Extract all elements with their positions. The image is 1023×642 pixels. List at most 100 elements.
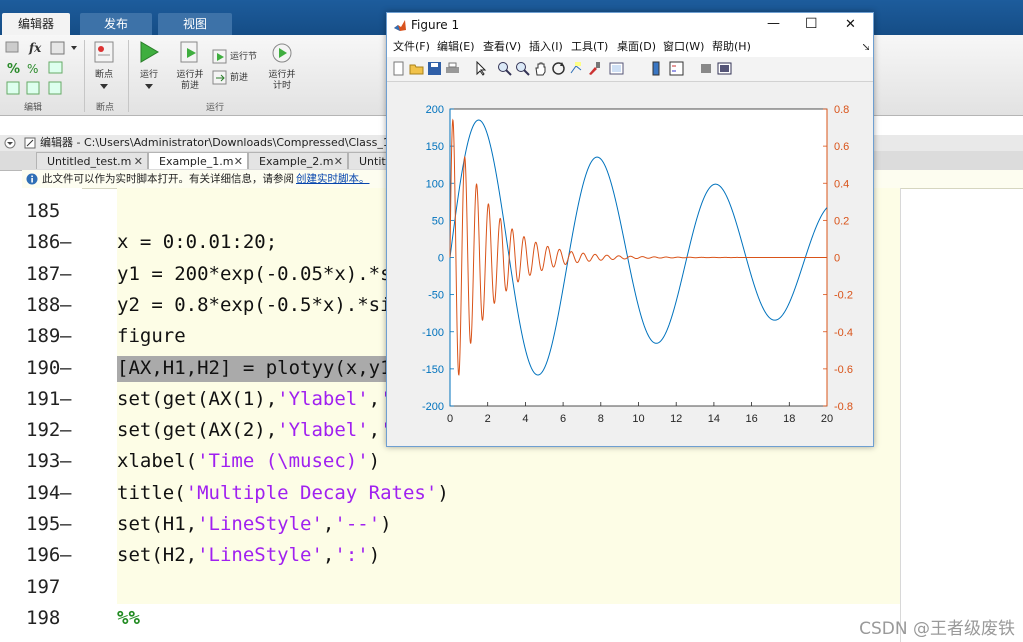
dock-icon[interactable] — [717, 61, 732, 76]
x-tick-label: 18 — [783, 413, 795, 425]
code-line[interactable]: set(H2,'LineStyle',':') — [117, 544, 380, 566]
link-icon[interactable] — [609, 61, 624, 76]
close-icon[interactable]: ✕ — [134, 153, 143, 170]
run-button[interactable]: 运行 — [132, 70, 166, 81]
breakpoint-marker[interactable]: — — [60, 388, 71, 410]
tab-publish[interactable]: 发布 — [80, 13, 152, 35]
code-line[interactable]: y2 = 0.8*exp(-0.5*x).*sin( — [117, 294, 414, 316]
code-text: , — [368, 387, 381, 410]
zoom-out-icon[interactable] — [515, 61, 530, 76]
advance-icon[interactable] — [212, 70, 228, 86]
line-number-text: 188 — [26, 293, 61, 316]
run-advance-icon[interactable] — [178, 40, 202, 64]
figure-title-bar[interactable]: Figure 1 — ☐ ✕ — [387, 13, 873, 37]
line-number-text: 195 — [26, 513, 61, 535]
close-icon[interactable]: ✕ — [234, 153, 243, 170]
code-line[interactable]: figure — [117, 325, 186, 347]
brush-icon[interactable] — [587, 61, 602, 76]
menu-tools[interactable]: 工具(T) — [571, 37, 608, 57]
code-line[interactable]: %% — [117, 607, 140, 629]
print-icon[interactable] — [445, 61, 460, 76]
new-icon[interactable] — [391, 61, 406, 76]
pan-icon[interactable] — [533, 61, 548, 76]
tab-untitled[interactable]: Untitl — [348, 152, 389, 169]
figure-menu-bar: 文件(F) 编辑(E) 查看(V) 插入(I) 工具(T) 桌面(D) 窗口(W… — [387, 37, 873, 57]
run-section-icon[interactable] — [212, 49, 228, 65]
code-line[interactable]: [AX,H1,H2] = plotyy(x,y1,x — [117, 357, 414, 379]
minimize-button[interactable]: — — [767, 12, 780, 36]
code-string: 'Multiple Decay Rates' — [185, 481, 438, 504]
zoom-in-icon[interactable] — [497, 61, 512, 76]
menu-desktop[interactable]: 桌面(D) — [617, 37, 656, 57]
code-string: 'Ylabel' — [277, 419, 369, 442]
chevron-down-icon[interactable] — [145, 84, 153, 90]
y-left-tick-label: -150 — [422, 364, 444, 376]
dock-arrow-icon[interactable] — [863, 44, 869, 50]
tab-example-2[interactable]: Example_2.m ✕ — [248, 152, 348, 169]
code-line[interactable]: title('Multiple Decay Rates') — [117, 482, 449, 504]
line-number-text: 194 — [26, 481, 61, 504]
tab-untitled-test[interactable]: Untitled_test.m ✕ — [36, 152, 148, 169]
tab-view[interactable]: 视图 — [158, 13, 232, 35]
svg-text:%: % — [7, 62, 20, 77]
code-line[interactable]: set(get(AX(2),'Ylabel','S — [117, 419, 403, 441]
chevron-down-icon[interactable] — [100, 84, 108, 90]
open-icon[interactable] — [409, 61, 424, 76]
data-cursor-icon[interactable] — [569, 61, 584, 76]
tab-editor[interactable]: 编辑器 — [2, 13, 70, 35]
breakpoint-marker[interactable]: — — [60, 231, 71, 253]
run-icon[interactable] — [138, 40, 160, 64]
advance-button[interactable]: 前进 — [230, 73, 248, 84]
code-text: title( — [117, 481, 186, 504]
y-right-tick-label: 0.4 — [834, 178, 849, 190]
x-tick-label: 4 — [522, 413, 528, 425]
close-button[interactable]: ✕ — [845, 13, 856, 37]
breakpoint-marker[interactable]: — — [60, 544, 71, 566]
code-line[interactable]: set(get(AX(1),'Ylabel','S — [117, 388, 403, 410]
breakpoint-marker[interactable]: — — [60, 450, 71, 472]
run-time-icon[interactable] — [270, 40, 294, 64]
tab-example-1[interactable]: Example_1.m ✕ — [148, 152, 248, 169]
breakpoint-marker[interactable]: — — [60, 419, 71, 441]
menu-help[interactable]: 帮助(H) — [712, 37, 751, 57]
collapse-icon[interactable] — [4, 137, 16, 149]
breakpoint-marker[interactable]: — — [60, 482, 71, 504]
breakpoint-marker[interactable]: — — [60, 357, 71, 379]
code-text: set(get(AX(2), — [117, 419, 278, 442]
plotyy-chart[interactable]: 0 2 4 6 8 10 12 14 16 18 20 -200 -150 -100 -50 0 50 100 15… — [387, 82, 873, 446]
run-section-button[interactable]: 运行节 — [230, 52, 257, 63]
create-live-script-link[interactable]: 创建实时脚本。 — [296, 170, 370, 188]
hide-tools-icon[interactable] — [699, 61, 714, 76]
figure-window[interactable]: Figure 1 — ☐ ✕ 文件(F) 编辑(E) 查看(V) 插入(I) 工… — [386, 12, 874, 447]
close-icon[interactable]: ✕ — [334, 153, 343, 170]
line-number: 190— — [26, 357, 74, 379]
run-advance-button[interactable]: 运行并 前进 — [172, 70, 208, 92]
maximize-button[interactable]: ☐ — [805, 12, 818, 36]
breakpoint-marker[interactable]: — — [60, 263, 71, 285]
breakpoint-marker[interactable]: — — [60, 513, 71, 535]
breakpoint-marker[interactable]: — — [60, 294, 71, 316]
breakpoint-icon[interactable] — [92, 40, 116, 64]
menu-file[interactable]: 文件(F) — [393, 37, 430, 57]
edit-tools-icon[interactable]: fx % % — [5, 40, 83, 98]
menu-window[interactable]: 窗口(W) — [663, 37, 704, 57]
line-number: 194— — [26, 482, 74, 504]
menu-view[interactable]: 查看(V) — [483, 37, 521, 57]
code-line[interactable]: xlabel('Time (\musec)') — [117, 450, 380, 472]
rotate-icon[interactable] — [551, 61, 566, 76]
code-line[interactable]: y1 = 200*exp(-0.05*x).*sin — [117, 263, 414, 285]
x-tick-label: 16 — [745, 413, 757, 425]
code-line[interactable]: set(H1,'LineStyle','--') — [117, 513, 392, 535]
legend-icon[interactable] — [669, 61, 684, 76]
menu-insert[interactable]: 插入(I) — [529, 37, 563, 57]
pointer-icon[interactable] — [473, 61, 488, 76]
colorbar-icon[interactable] — [649, 61, 664, 76]
code-string: 'LineStyle' — [197, 513, 323, 535]
code-line[interactable]: x = 0:0.01:20; — [117, 231, 277, 253]
line-number: 192— — [26, 419, 74, 441]
run-time-button[interactable]: 运行并 计时 — [264, 70, 300, 92]
save-icon[interactable] — [427, 61, 442, 76]
breakpoint-button[interactable]: 断点 — [88, 70, 120, 81]
menu-edit[interactable]: 编辑(E) — [437, 37, 475, 57]
breakpoint-marker[interactable]: — — [60, 325, 71, 347]
